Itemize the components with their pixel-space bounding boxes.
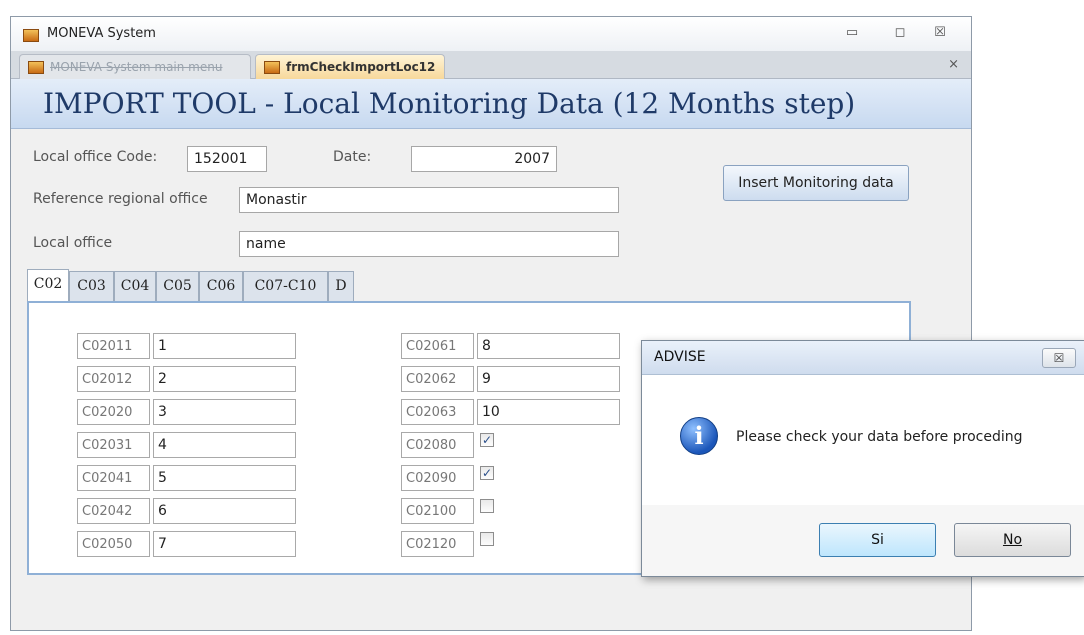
value-field[interactable]: 2 <box>153 366 296 392</box>
local-office-code-label: Local office Code: <box>33 149 158 165</box>
reference-regional-office-field[interactable]: Monastir <box>239 187 619 213</box>
close-tab-icon[interactable]: × <box>948 57 959 72</box>
value-field[interactable]: 6 <box>153 498 296 524</box>
dialog-body: i Please check your data before procedin… <box>642 375 1084 505</box>
page-title: IMPORT TOOL - Local Monitoring Data (12 … <box>43 87 856 120</box>
code-label: C02080 <box>401 432 474 458</box>
app-icon <box>23 29 39 42</box>
tab-main-menu[interactable]: MONEVA System main menu <box>19 54 251 79</box>
local-office-label: Local office <box>33 235 113 251</box>
value-field[interactable]: 8 <box>477 333 620 359</box>
value-field[interactable]: 3 <box>153 399 296 425</box>
date-field[interactable]: 2007 <box>411 146 557 172</box>
code-label: C02050 <box>77 531 150 557</box>
value-field[interactable]: 1 <box>153 333 296 359</box>
app-icon <box>264 61 280 74</box>
code-label: C02012 <box>77 366 150 392</box>
code-label: C02120 <box>401 531 474 557</box>
code-label: C02061 <box>401 333 474 359</box>
dialog-title-bar: ADVISE ☒ <box>642 341 1084 375</box>
tab-c07-c10[interactable]: C07-C10 <box>243 271 328 301</box>
dialog-message: Please check your data before proceding <box>736 429 1023 445</box>
si-button[interactable]: Si <box>819 523 936 557</box>
local-office-code-field[interactable]: 152001 <box>187 146 267 172</box>
tab-label: frmCheckImportLoc12 <box>286 60 436 74</box>
checkbox-unchecked[interactable] <box>480 532 494 546</box>
code-label: C02031 <box>77 432 150 458</box>
no-button-label: No <box>1002 532 1023 548</box>
no-button[interactable]: No <box>954 523 1071 557</box>
advise-dialog: ADVISE ☒ i Please check your data before… <box>641 340 1084 577</box>
tab-d[interactable]: D <box>328 271 354 301</box>
code-label: C02100 <box>401 498 474 524</box>
value-field[interactable]: 4 <box>153 432 296 458</box>
tab-c05[interactable]: C05 <box>156 271 199 301</box>
checkbox-checked[interactable]: ✓ <box>480 466 494 480</box>
tab-c04[interactable]: C04 <box>114 271 156 301</box>
value-field[interactable]: 7 <box>153 531 296 557</box>
code-label: C02042 <box>77 498 150 524</box>
value-field[interactable]: 9 <box>477 366 620 392</box>
tab-frm-check-import[interactable]: frmCheckImportLoc12 <box>255 54 445 79</box>
reference-regional-office-label: Reference regional office <box>33 191 208 207</box>
title-bar: MONEVA System ▭ ◻ ☒ <box>11 17 971 51</box>
restore-button[interactable]: ◻ <box>889 25 911 43</box>
tab-c02[interactable]: C02 <box>27 269 69 302</box>
dialog-close-button[interactable]: ☒ <box>1042 348 1076 368</box>
code-label: C02063 <box>401 399 474 425</box>
code-label: C02062 <box>401 366 474 392</box>
tab-c06[interactable]: C06 <box>199 271 243 301</box>
dialog-title: ADVISE <box>654 349 706 365</box>
code-label: C02020 <box>77 399 150 425</box>
date-label: Date: <box>333 149 372 165</box>
insert-monitoring-data-button[interactable]: Insert Monitoring data <box>723 165 909 201</box>
checkbox-unchecked[interactable] <box>480 499 494 513</box>
window-title: MONEVA System <box>47 26 156 41</box>
minimize-button[interactable]: ▭ <box>841 25 863 43</box>
checkbox-checked[interactable]: ✓ <box>480 433 494 447</box>
code-label: C02090 <box>401 465 474 491</box>
code-label: C02041 <box>77 465 150 491</box>
local-office-field[interactable]: name <box>239 231 619 257</box>
document-tab-strip: MONEVA System main menu frmCheckImportLo… <box>11 51 971 79</box>
form-header: IMPORT TOOL - Local Monitoring Data (12 … <box>11 79 971 129</box>
close-button[interactable]: ☒ <box>929 25 951 43</box>
value-field[interactable]: 5 <box>153 465 296 491</box>
tab-c03[interactable]: C03 <box>69 271 114 301</box>
code-label: C02011 <box>77 333 150 359</box>
info-icon: i <box>680 417 718 455</box>
app-icon <box>28 61 44 74</box>
value-field[interactable]: 10 <box>477 399 620 425</box>
tab-label: MONEVA System main menu <box>50 60 223 74</box>
